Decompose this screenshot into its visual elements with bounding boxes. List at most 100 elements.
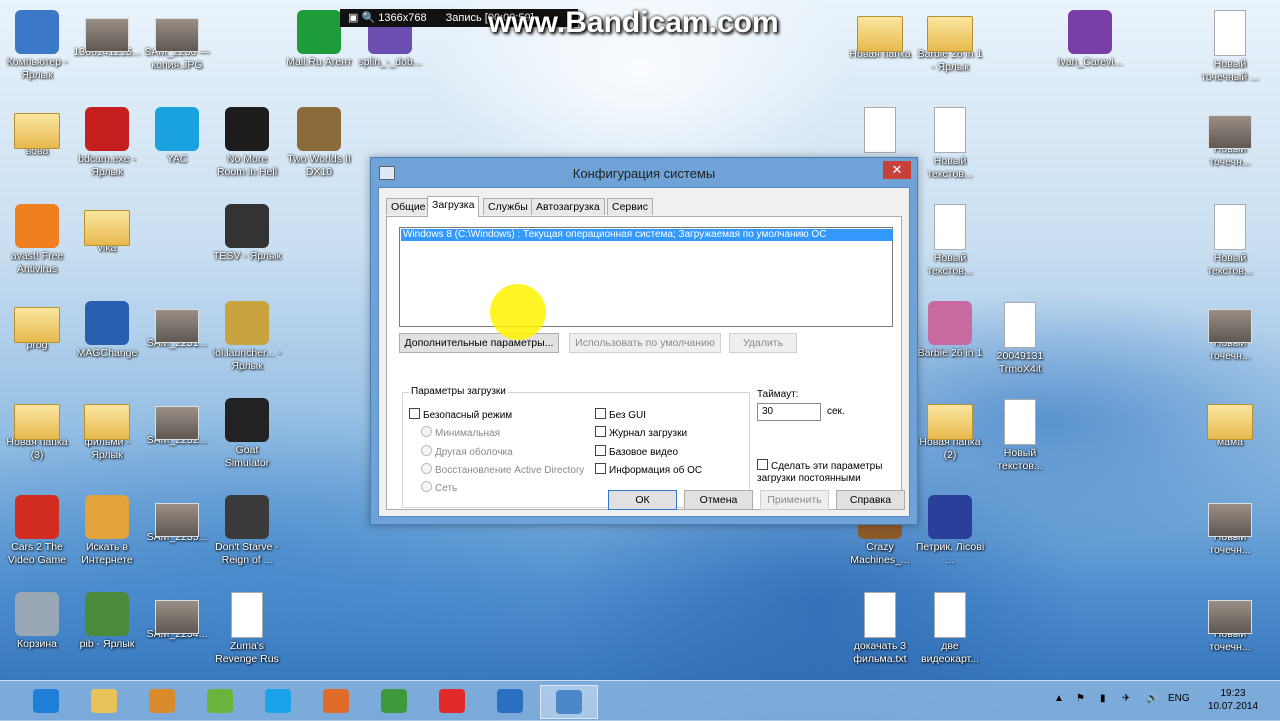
desktop-icon[interactable]: Новый текстов... (1195, 204, 1265, 278)
taskbar-chrome[interactable] (366, 685, 422, 717)
desktop-icon[interactable]: Don't Starve - Reign of ... (212, 495, 282, 567)
taskbar-player[interactable] (308, 685, 364, 717)
desktop-icon[interactable]: pib - Ярлык (72, 592, 142, 651)
desktop-icon[interactable]: две видеокарт... (915, 592, 985, 666)
desktop-icon[interactable]: Barbie 26 in 1 - Ярлык (915, 10, 985, 74)
desktop-icon[interactable]: prog (2, 301, 72, 352)
clock[interactable]: 19:23 10.07.2014 (1198, 687, 1268, 713)
desktop-icon[interactable]: SAM_2234... (142, 592, 212, 641)
desktop-icon[interactable]: 1366141215... (72, 10, 142, 59)
os-info-checkbox[interactable]: Информация об ОС (595, 463, 702, 476)
safe-boot-checkbox[interactable]: Безопасный режим (409, 408, 512, 421)
desktop-icon-label: Two Worlds II DX10 (287, 153, 351, 178)
desktop-icon[interactable]: YAC (142, 107, 212, 166)
desktop-icon[interactable]: SAM_2231... (142, 301, 212, 350)
timeout-input[interactable]: 30 (757, 403, 821, 421)
desktop-icon[interactable]: SAM_2230 — копия.JPG (142, 10, 212, 72)
desktop-icon[interactable]: bdcam.exe - Ярлык (72, 107, 142, 179)
tab-startup[interactable]: Автозагрузка (531, 198, 605, 215)
tab-boot[interactable]: Загрузка (427, 196, 480, 217)
taskbar-ie[interactable] (18, 685, 74, 717)
desktop-icon[interactable]: Петрик. Лісові ... (915, 495, 985, 567)
desktop-icon[interactable]: Новый текстов... (915, 204, 985, 278)
desktop-icon[interactable]: MAGChange (72, 301, 142, 360)
taskbar-utorrent[interactable] (192, 685, 248, 717)
desktop-icon[interactable]: lol.launcher... - Ярлык (212, 301, 282, 373)
network-radio[interactable]: Сеть (421, 481, 457, 494)
desktop-icon[interactable]: Ivan_Carevi... (1055, 10, 1125, 69)
photo-icon (155, 600, 199, 634)
desktop-icon[interactable]: Новый точечн... (1195, 495, 1265, 557)
base-video-checkbox[interactable]: Базовое видео (595, 445, 678, 458)
folder-icon (84, 210, 130, 246)
cancel-button[interactable]: Отмена (684, 490, 753, 510)
tab-services[interactable]: Службы (483, 198, 533, 215)
desktop-icon[interactable]: 20049131 TrmoX4it (985, 302, 1055, 376)
desktop-icon[interactable]: Новый точечн... (1195, 107, 1265, 169)
close-button[interactable]: ✕ (883, 161, 911, 179)
desktop-icon[interactable]: vika (72, 204, 142, 255)
set-default-button[interactable]: Использовать по умолчанию (569, 333, 721, 353)
show-hidden-icons[interactable]: ▲ (1054, 693, 1064, 704)
taskbar-msconfig[interactable] (540, 685, 598, 719)
os-entry[interactable]: Windows 8 (C:\Windows) : Текущая операци… (401, 229, 893, 241)
minimal-radio[interactable]: Минимальная (421, 426, 500, 439)
desktop-icon[interactable]: Новая папка (3) (2, 398, 72, 462)
desktop-icon[interactable]: Новый точечн... (1195, 592, 1265, 654)
boot-log-checkbox[interactable]: Журнал загрузки (595, 426, 687, 439)
desktop-icon[interactable]: Компьютер - Ярлык (2, 10, 72, 82)
tab-general[interactable]: Общие (386, 198, 431, 215)
desktop-icon[interactable]: Barbie 26 in 1 (915, 301, 985, 360)
desktop-icon[interactable]: Новый текстов... (985, 399, 1055, 473)
desktop-icon-label: Ivan_Carevi... (1057, 56, 1123, 68)
taskbar-yandex[interactable] (424, 685, 480, 717)
desktop-icon[interactable]: Goat Simulator (212, 398, 282, 470)
os-list[interactable]: Windows 8 (C:\Windows) : Текущая операци… (399, 227, 893, 327)
desktop-icon[interactable]: Искать в Интернете (72, 495, 142, 567)
advanced-options-button[interactable]: Дополнительные параметры... (399, 333, 559, 353)
alt-shell-radio[interactable]: Другая оболочка (421, 445, 513, 458)
desktop-icon[interactable]: Корзина (2, 592, 72, 651)
apply-button[interactable]: Применить (760, 490, 829, 510)
desktop-icon[interactable]: вова (2, 107, 72, 158)
taskbar-movie[interactable] (482, 685, 538, 717)
desktop-icon[interactable]: Cars 2 The Video Game (2, 495, 72, 567)
taskbar-explorer[interactable] (76, 685, 132, 717)
desktop-icon[interactable]: Zuma's Revenge Rus (212, 592, 282, 666)
folder-icon (927, 16, 973, 52)
ad-repair-radio[interactable]: Восстановление Active Directory (421, 463, 584, 476)
desktop-icon[interactable]: Новый текстов... (915, 107, 985, 181)
network-flag-icon[interactable]: ⚑ (1076, 693, 1085, 704)
taskbar-skype[interactable] (250, 685, 306, 717)
desktop-icon[interactable]: SAM_2232... (142, 398, 212, 447)
desktop-icon[interactable]: TESV - Ярлык (212, 204, 282, 263)
system-config-dialog: Конфигурация системы ✕ Общие Загрузка Сл… (370, 157, 918, 525)
no-gui-checkbox[interactable]: Без GUI (595, 408, 646, 421)
delete-button[interactable]: Удалить (729, 333, 797, 353)
volume-icon[interactable]: 🔊 (1146, 693, 1158, 704)
desktop-icon[interactable]: мама (1195, 398, 1265, 449)
desktop-icon[interactable]: Новая папка (845, 10, 915, 61)
desktop-icon[interactable]: SAM_2233... (142, 495, 212, 544)
make-permanent-checkbox[interactable]: Сделать эти параметры загрузки постоянны… (757, 459, 897, 485)
desktop-icon[interactable]: Two Worlds II DX10 (284, 107, 354, 179)
desktop-icon[interactable]: фильми - Ярлык (72, 398, 142, 462)
folder-icon (927, 404, 973, 440)
desktop-icon[interactable] (845, 107, 915, 155)
language-indicator[interactable]: ENG (1168, 693, 1190, 704)
photo-icon (155, 18, 199, 52)
ok-button[interactable]: ОК (608, 490, 677, 510)
battery-icon[interactable]: ▮ (1100, 693, 1106, 704)
desktop-icon[interactable]: Новая папка (2) (915, 398, 985, 462)
help-button[interactable]: Справка (836, 490, 905, 510)
clock-date: 10.07.2014 (1207, 701, 1259, 712)
desktop-icon[interactable]: докачать 3 фильма.txt (845, 592, 915, 666)
tab-tools[interactable]: Сервис (607, 198, 653, 215)
airplane-icon[interactable]: ✈ (1122, 693, 1130, 704)
dialog-titlebar[interactable]: Конфигурация системы ✕ (371, 158, 917, 188)
desktop-icon[interactable]: Новый точечн... (1195, 301, 1265, 363)
desktop-icon[interactable]: Новый точечный ... (1195, 10, 1265, 84)
desktop-icon[interactable]: avast! Free Antivirus (2, 204, 72, 276)
desktop-icon[interactable]: No More Room in Hell (212, 107, 282, 179)
taskbar-media[interactable] (134, 685, 190, 717)
